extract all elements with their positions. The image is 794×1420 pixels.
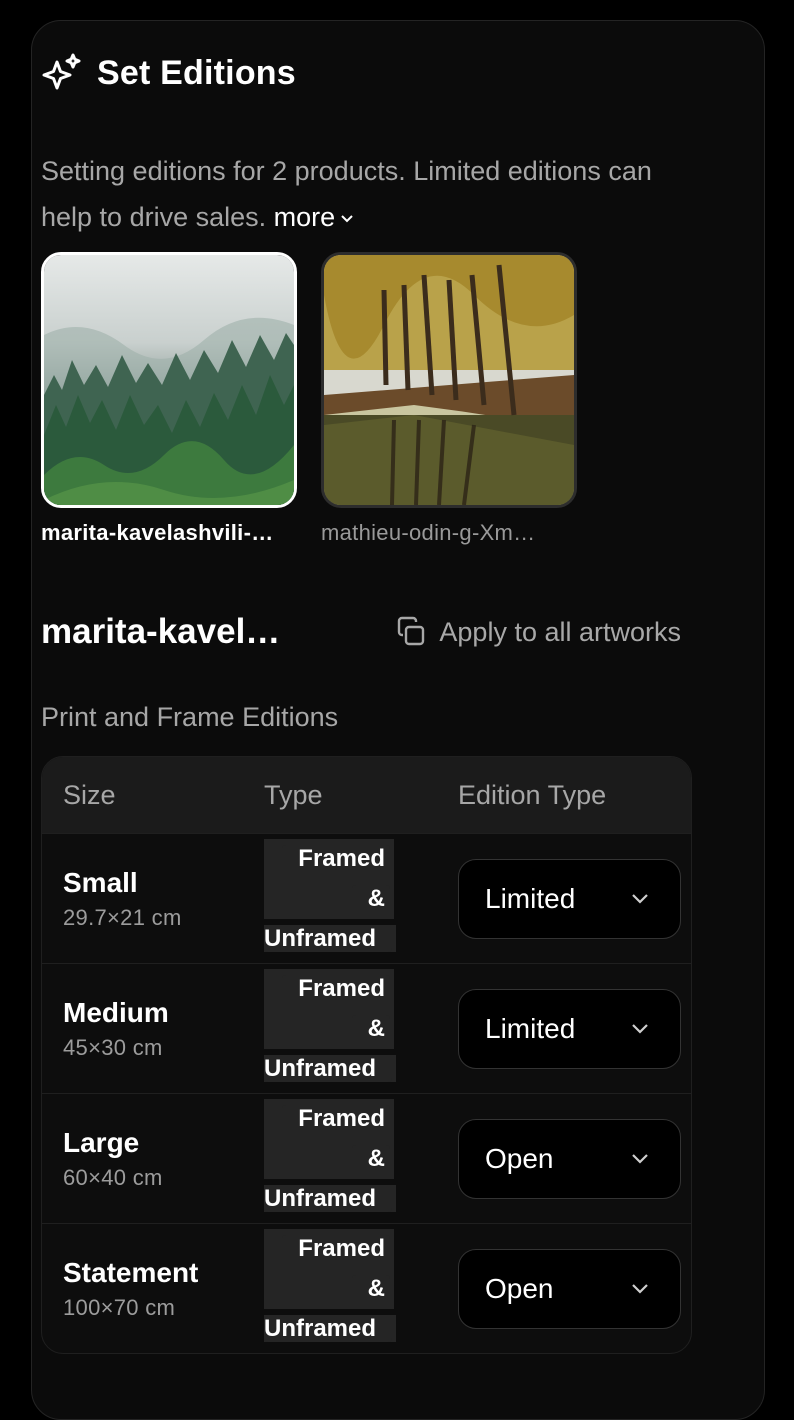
size-dimensions: 60×40 cm xyxy=(63,1164,163,1190)
table-row: Small 29.7×21 cm Framed & Unframed Limit… xyxy=(42,833,691,963)
chevron-down-icon xyxy=(632,1153,648,1164)
edition-type-select[interactable]: Open xyxy=(458,1248,681,1329)
edition-cell: Open xyxy=(458,1248,691,1329)
type-line-1: Framed & xyxy=(282,844,390,912)
column-header-size: Size xyxy=(63,779,116,810)
edition-type-value: Limited xyxy=(485,1012,576,1044)
product-name: marita-kavelashvili-… xyxy=(41,520,274,545)
misty-forest-image xyxy=(41,252,297,508)
edition-type-value: Open xyxy=(485,1272,554,1304)
artwork-header: marita-kavel… Apply to all artworks xyxy=(41,612,681,652)
edition-type-value: Limited xyxy=(485,882,576,914)
size-name: Medium xyxy=(63,996,169,1028)
table-row: Large 60×40 cm Framed & Unframed Open xyxy=(42,1093,691,1223)
column-header-edition: Edition Type xyxy=(458,779,607,810)
size-name: Large xyxy=(63,1126,140,1158)
product-name: mathieu-odin-g-Xm… xyxy=(321,520,536,545)
sparkle-icon xyxy=(41,52,83,94)
edition-type-select[interactable]: Limited xyxy=(458,988,681,1069)
description: Setting editions for 2 products. Limited… xyxy=(41,148,701,240)
table-row: Medium 45×30 cm Framed & Unframed Limite… xyxy=(42,963,691,1093)
type-cell: Framed & Unframed xyxy=(264,1228,458,1349)
more-toggle[interactable]: more xyxy=(274,202,356,232)
chevron-down-icon xyxy=(632,1283,648,1294)
chevron-down-icon xyxy=(632,1023,648,1034)
type-badge: Framed & Unframed xyxy=(264,968,397,1089)
edition-cell: Limited xyxy=(458,858,691,939)
size-cell: Statement 100×70 cm xyxy=(42,1257,264,1321)
type-badge: Framed & Unframed xyxy=(264,838,397,959)
type-badge: Framed & Unframed xyxy=(264,1228,397,1349)
edition-type-value: Open xyxy=(485,1142,554,1174)
column-header-type: Type xyxy=(264,779,323,810)
editions-table: Size Type Edition Type Small 29.7×21 cm … xyxy=(41,756,692,1354)
apply-to-all-button[interactable]: Apply to all artworks xyxy=(395,616,681,648)
size-cell: Small 29.7×21 cm xyxy=(42,867,264,931)
table-header: Size Type Edition Type xyxy=(42,757,691,833)
autumn-trees-image xyxy=(321,252,577,508)
more-label: more xyxy=(273,202,336,232)
type-cell: Framed & Unframed xyxy=(264,838,458,959)
edition-type-select[interactable]: Open xyxy=(458,1118,681,1199)
copy-icon xyxy=(398,616,425,646)
type-line-1: Framed & xyxy=(282,1234,390,1302)
chevron-down-icon xyxy=(632,893,648,904)
table-row: Statement 100×70 cm Framed & Unframed Op… xyxy=(42,1223,691,1353)
size-name: Statement xyxy=(63,1256,199,1288)
edition-type-select[interactable]: Limited xyxy=(458,858,681,939)
artwork-title: marita-kavel… xyxy=(41,612,281,651)
edition-cell: Limited xyxy=(458,988,691,1069)
size-cell: Large 60×40 cm xyxy=(42,1127,264,1191)
size-dimensions: 45×30 cm xyxy=(63,1034,163,1060)
apply-label: Apply to all artworks xyxy=(439,616,681,647)
size-name: Small xyxy=(63,866,138,898)
type-line-1: Framed & xyxy=(282,974,390,1042)
size-cell: Medium 45×30 cm xyxy=(42,997,264,1061)
type-cell: Framed & Unframed xyxy=(264,968,458,1089)
type-line-2: Unframed xyxy=(264,924,393,952)
type-line-2: Unframed xyxy=(264,1054,393,1082)
page-title: Set Editions xyxy=(97,53,296,92)
type-line-1: Framed & xyxy=(282,1104,390,1172)
product-thumb-2[interactable]: mathieu-odin-g-Xm… xyxy=(321,252,577,546)
type-line-2: Unframed xyxy=(264,1314,393,1342)
size-dimensions: 100×70 cm xyxy=(63,1294,176,1320)
chevron-down-icon xyxy=(341,215,353,223)
product-thumbnails: marita-kavelashvili-… mathieu-odin-g-Xm… xyxy=(41,252,577,546)
edition-cell: Open xyxy=(458,1118,691,1199)
type-cell: Framed & Unframed xyxy=(264,1098,458,1219)
product-thumb-1[interactable]: marita-kavelashvili-… xyxy=(41,252,297,546)
size-dimensions: 29.7×21 cm xyxy=(63,904,182,930)
type-line-2: Unframed xyxy=(264,1184,393,1212)
type-badge: Framed & Unframed xyxy=(264,1098,397,1219)
section-label: Print and Frame Editions xyxy=(41,702,339,732)
panel-header: Set Editions xyxy=(41,52,296,94)
